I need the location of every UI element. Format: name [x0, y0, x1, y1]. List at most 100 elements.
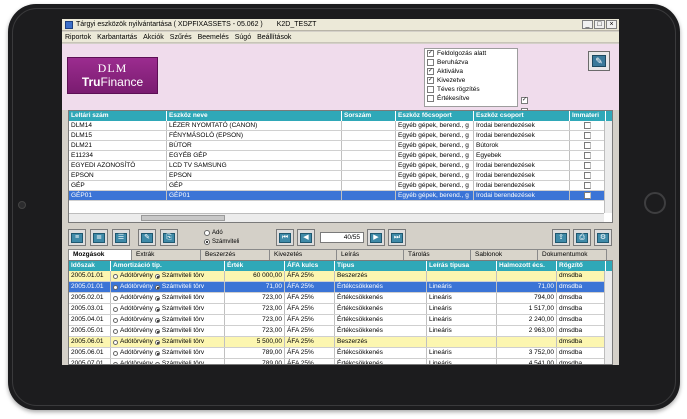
view-tree-button[interactable]: ☰ [112, 229, 130, 246]
scrollbar-thumb[interactable] [141, 215, 225, 221]
action-button-3[interactable]: ⚙ [594, 229, 612, 246]
movement-row[interactable]: 2005.04.01 Adótörvény Számviteli törv 723,0… [69, 315, 612, 326]
side-checkbox-1[interactable]: ✓ [521, 97, 528, 104]
status-check-row[interactable]: ✓ Kivezetve [425, 76, 517, 85]
tab-tarolas[interactable]: Tárolás [403, 249, 471, 260]
radio-ado-dot[interactable] [204, 229, 210, 236]
amortization-radio[interactable] [154, 328, 160, 334]
amortization-radio[interactable] [113, 350, 118, 356]
amortization-radio[interactable] [154, 306, 160, 312]
col-header-focsoport[interactable]: Eszköz főcsoport [396, 111, 474, 121]
amortization-radio[interactable] [113, 273, 118, 279]
amortization-radio[interactable] [154, 361, 160, 364]
view-detail-button[interactable]: ≣ [90, 229, 108, 246]
asset-row[interactable]: GÉP01 GÉP01 Egyéb gépek, berend., g Irodai … [69, 191, 612, 201]
asset-row[interactable]: DLM21 BÚTOR Egyéb gépek, berend., g Bútorok [69, 141, 612, 151]
col-header-halmozott[interactable]: Halmozott écs. [497, 261, 557, 271]
last-record-button[interactable]: ⏭ [388, 229, 406, 246]
immateri-checkbox[interactable] [584, 152, 591, 159]
asset-row[interactable]: DLM15 FÉNYMÁSOLÓ (EPSON) Egyéb gépek, bere… [69, 131, 612, 141]
immateri-checkbox[interactable] [584, 122, 591, 129]
menu-item-riportok[interactable]: Riportok [65, 34, 91, 41]
col-header-amortizacio[interactable]: Amortizáció típ. [111, 261, 225, 271]
movements-vertical-scrollbar[interactable] [604, 271, 612, 364]
immateri-checkbox[interactable] [584, 192, 591, 199]
amortization-radio[interactable] [113, 317, 118, 323]
amortization-radio[interactable] [154, 284, 160, 290]
menu-item-beemeles[interactable]: Beemelés [198, 34, 229, 41]
menu-item-beallitasok[interactable]: Beállítások [257, 34, 291, 41]
assets-vertical-scrollbar[interactable] [604, 121, 612, 213]
asset-row[interactable]: E11234 EGYÉB GÉP Egyéb gépek, berend., g Eg… [69, 151, 612, 161]
movement-row[interactable]: 2005.01.01 Adótörvény Számviteli törv 71,00… [69, 282, 612, 293]
edit-record-button[interactable]: ✎ [138, 229, 156, 246]
col-header-afa[interactable]: ÁFA kulcs [285, 261, 335, 271]
immateri-checkbox[interactable] [584, 172, 591, 179]
radio-szamviteli[interactable]: Számviteli [204, 237, 240, 246]
tab-leiras[interactable]: Leírás [336, 249, 404, 260]
tab-kivezetes[interactable]: Kivezetés [269, 249, 337, 260]
menu-item-szures[interactable]: Szűrés [170, 34, 192, 41]
immateri-checkbox[interactable] [584, 132, 591, 139]
status-check-row[interactable]: Beruházva [425, 58, 517, 67]
home-button[interactable] [644, 192, 666, 214]
menu-item-sugo[interactable]: Súgó [235, 34, 251, 41]
amortization-radio[interactable] [154, 317, 160, 323]
status-check-row[interactable]: Értékesítve [425, 94, 517, 103]
status-check-row[interactable]: ✓ Aktiválva [425, 67, 517, 76]
action-button-1[interactable]: ⇪ [552, 229, 570, 246]
movement-row[interactable]: 2005.06.01 Adótörvény Számviteli törv 789,0… [69, 348, 612, 359]
amortization-radio[interactable] [113, 339, 118, 345]
immateri-checkbox[interactable] [584, 162, 591, 169]
status-checkbox[interactable]: ✓ [427, 77, 434, 84]
action-button-2[interactable]: ⎙ [573, 229, 591, 246]
col-header-leltari[interactable]: Leltári szám [69, 111, 167, 121]
first-record-button[interactable]: ⏮ [276, 229, 294, 246]
immateri-checkbox[interactable] [584, 182, 591, 189]
asset-row[interactable]: EPSON EPSON Egyéb gépek, berend., g Irodai … [69, 171, 612, 181]
asset-row[interactable]: EGYEDI AZONOSÍTÓ LCD TV SAMSUNG Egyéb gépe… [69, 161, 612, 171]
amortization-radio[interactable] [154, 350, 160, 356]
amortization-radio[interactable] [113, 306, 118, 312]
col-header-ertek[interactable]: Érték [225, 261, 285, 271]
amortization-radio[interactable] [113, 328, 118, 334]
col-header-idoszak[interactable]: Időszak [69, 261, 111, 271]
status-checkbox[interactable] [427, 95, 434, 102]
minimize-button[interactable]: _ [582, 20, 593, 29]
copy-record-button[interactable]: ⎘ [160, 229, 178, 246]
movement-row[interactable]: 2005.05.01 Adótörvény Számviteli törv 723,0… [69, 326, 612, 337]
menu-item-akciok[interactable]: Akciók [143, 34, 164, 41]
assets-horizontal-scrollbar[interactable] [69, 213, 604, 222]
menu-item-karbantartas[interactable]: Karbantartás [97, 34, 137, 41]
col-header-csoport[interactable]: Eszköz csoport [474, 111, 570, 121]
next-record-button[interactable]: ▶ [367, 229, 385, 246]
asset-row[interactable]: DLM14 LÉZER NYOMTATÓ (CANON) Egyéb gépek, … [69, 121, 612, 131]
close-button[interactable]: × [606, 20, 617, 29]
edit-button[interactable]: ✎ [588, 51, 610, 71]
amortization-radio[interactable] [154, 295, 160, 301]
asset-row[interactable]: GÉP GÉP Egyéb gépek, berend., g Irodai bere… [69, 181, 612, 191]
amortization-radio[interactable] [154, 273, 160, 279]
radio-szamviteli-dot[interactable] [204, 238, 210, 245]
amortization-radio[interactable] [113, 361, 118, 364]
col-header-eszkoz-neve[interactable]: Eszköz neve [167, 111, 342, 121]
status-check-row[interactable]: ✓ Feldolgozás alatt [425, 49, 517, 58]
status-checkbox[interactable] [427, 86, 434, 93]
view-list-button[interactable]: ≡ [68, 229, 86, 246]
status-checkbox[interactable] [427, 59, 434, 66]
movement-row[interactable]: 2005.03.01 Adótörvény Számviteli törv 723,0… [69, 304, 612, 315]
tab-sablonok[interactable]: Sablonok [470, 249, 538, 260]
prev-record-button[interactable]: ◀ [297, 229, 315, 246]
movement-row[interactable]: 2005.01.01 Adótörvény Számviteli törv 60 00… [69, 271, 612, 282]
movement-row[interactable]: 2005.07.01 Adótörvény Számviteli törv 789,0… [69, 359, 612, 364]
col-header-rogzito[interactable]: Rögzítő [557, 261, 606, 271]
immateri-checkbox[interactable] [584, 142, 591, 149]
col-header-immateri[interactable]: Immateri [570, 111, 606, 121]
status-checkbox[interactable]: ✓ [427, 68, 434, 75]
radio-ado[interactable]: Adó [204, 228, 240, 237]
amortization-radio[interactable] [113, 295, 118, 301]
col-header-leiras-tipusa[interactable]: Leírás típusa [427, 261, 497, 271]
amortization-radio[interactable] [154, 339, 160, 345]
amortization-radio[interactable] [113, 284, 118, 290]
movement-row[interactable]: 2005.02.01 Adótörvény Számviteli törv 723,0… [69, 293, 612, 304]
